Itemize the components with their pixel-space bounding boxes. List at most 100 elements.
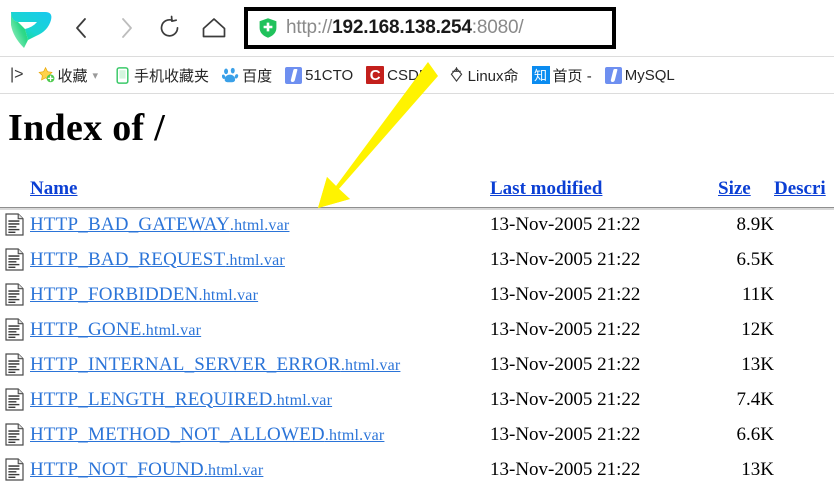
browser-chrome: http://192.168.138.254:8080/ — [0, 0, 834, 57]
table-header-row: Name Last modified Size Descri — [0, 178, 834, 207]
file-size-cell: 7.4K — [736, 388, 774, 410]
file-extension: .html.var — [141, 321, 202, 339]
file-extension: .html.var — [225, 251, 285, 269]
last-modified-cell: 13-Nov-2005 21:22 — [490, 423, 641, 445]
file-link[interactable]: HTTP_METHOD_NOT_ALLOWED.html.var — [30, 424, 384, 445]
table-row: HTTP_INTERNAL_SERVER_ERROR.html.var 13-No… — [0, 347, 834, 382]
url-host: 192.168.138.254 — [332, 17, 472, 38]
file-name-cell: HTTP_BAD_GATEWAY.html.var — [30, 207, 490, 242]
file-link[interactable]: HTTP_BAD_REQUEST.html.var — [30, 249, 285, 270]
column-header-description[interactable]: Descri — [774, 178, 834, 207]
file-name-cell: HTTP_LENGTH_REQUIRED.html.var — [30, 382, 490, 417]
file-link[interactable]: HTTP_BAD_GATEWAY.html.var — [30, 214, 289, 235]
file-link[interactable]: HTTP_FORBIDDEN.html.var — [30, 284, 258, 305]
table-row: HTTP_FORBIDDEN.html.var 13-Nov-2005 21:22… — [0, 277, 834, 312]
bookmark-item-mobile-favorites[interactable]: 手机收藏夹 — [114, 60, 209, 90]
file-document-icon — [0, 347, 30, 382]
bookmark-label-51cto: 51CTO — [305, 66, 354, 84]
file-base-name: HTTP_INTERNAL_SERVER_ERROR — [30, 353, 341, 375]
table-body: HTTP_BAD_GATEWAY.html.var 13-Nov-2005 21:… — [0, 207, 834, 487]
bookmark-label-mobile-favorites: 手机收藏夹 — [134, 67, 210, 85]
last-modified-cell: 13-Nov-2005 21:22 — [490, 318, 641, 340]
bookmark-label-linux-command: Linux命 — [467, 67, 519, 85]
description-cell — [774, 312, 834, 347]
column-header-name[interactable]: Name — [30, 178, 490, 207]
security-shield-icon — [257, 17, 279, 39]
column-header-icon — [0, 178, 30, 207]
bookmark-item-csdn[interactable]: C CSDN- — [366, 60, 435, 90]
file-name-cell: HTTP_NOT_FOUND.html.var — [30, 452, 490, 487]
bookmark-item-51cto[interactable]: 51CTO — [285, 60, 353, 90]
baidu-paw-icon — [222, 67, 239, 84]
file-extension: .html.var — [324, 426, 385, 444]
home-button[interactable] — [192, 6, 236, 50]
file-link[interactable]: HTTP_GONE.html.var — [30, 319, 201, 340]
description-cell — [774, 277, 834, 312]
file-link[interactable]: HTTP_LENGTH_REQUIRED.html.var — [30, 389, 332, 410]
file-name-cell: HTTP_GONE.html.var — [30, 312, 490, 347]
file-extension: .html.var — [272, 391, 333, 409]
table-row: HTTP_GONE.html.var 13-Nov-2005 21:22 12K — [0, 312, 834, 347]
table-header: Name Last modified Size Descri — [0, 178, 834, 207]
file-extension: .html.var — [203, 461, 264, 479]
last-modified-cell: 13-Nov-2005 21:22 — [490, 248, 641, 270]
file-base-name: HTTP_BAD_GATEWAY — [30, 213, 230, 235]
bookmark-label-favorites: 收藏 — [57, 67, 88, 85]
csdn-icon: C — [366, 66, 385, 84]
file-size-cell: 11K — [741, 283, 774, 305]
home-icon — [202, 18, 226, 38]
file-link[interactable]: HTTP_INTERNAL_SERVER_ERROR.html.var — [30, 354, 400, 375]
bookmark-item-mysql[interactable]: MySQL — [604, 60, 675, 90]
table-row: HTTP_BAD_GATEWAY.html.var 13-Nov-2005 21:… — [0, 207, 834, 242]
file-document-icon — [0, 382, 30, 417]
table-row: HTTP_NOT_FOUND.html.var 13-Nov-2005 21:22… — [0, 452, 834, 487]
browser-toolbar: http://192.168.138.254:8080/ — [0, 0, 834, 56]
bookmark-label-zhihu: 首页 - — [552, 67, 592, 85]
file-document-icon — [0, 207, 30, 242]
chevron-down-icon[interactable]: ▾ — [93, 69, 99, 82]
file-document-icon — [0, 242, 30, 277]
zhihu-icon: 知 — [531, 66, 550, 84]
bookmark-item-favorites[interactable]: 收藏 ▾ — [37, 60, 102, 90]
file-size-cell: 12K — [741, 318, 774, 340]
column-header-last-modified[interactable]: Last modified — [490, 178, 718, 207]
reload-button[interactable] — [148, 6, 192, 50]
file-base-name: HTTP_NOT_FOUND — [30, 458, 204, 480]
description-cell — [774, 417, 834, 452]
file-name-cell: HTTP_BAD_REQUEST.html.var — [30, 242, 490, 277]
address-bar-url: http://192.168.138.254:8080/ — [286, 17, 524, 39]
chevron-right-icon — [122, 18, 132, 38]
file-extension: .html.var — [198, 286, 259, 304]
file-size-cell: 13K — [741, 353, 774, 375]
file-base-name: HTTP_LENGTH_REQUIRED — [30, 388, 273, 410]
table-row: HTTP_METHOD_NOT_ALLOWED.html.var 13-Nov-2… — [0, 417, 834, 452]
description-cell — [774, 347, 834, 382]
file-link[interactable]: HTTP_NOT_FOUND.html.var — [30, 459, 263, 480]
star-plus-icon — [37, 66, 55, 84]
column-header-size[interactable]: Size — [718, 178, 774, 207]
bookmark-item-linux-command[interactable]: Linux命 — [448, 60, 519, 90]
last-modified-cell: 13-Nov-2005 21:22 — [490, 283, 641, 305]
bookmark-item-zhihu[interactable]: 知 首页 - — [531, 60, 592, 90]
table-row: HTTP_BAD_REQUEST.html.var 13-Nov-2005 21:… — [0, 242, 834, 277]
file-size-cell: 13K — [741, 458, 774, 480]
last-modified-cell: 13-Nov-2005 21:22 — [490, 213, 641, 235]
file-base-name: HTTP_FORBIDDEN — [30, 283, 199, 305]
last-modified-cell: 13-Nov-2005 21:22 — [490, 353, 641, 375]
bookmarks-overflow-button[interactable]: |> — [10, 66, 24, 84]
directory-index-table: Name Last modified Size Descri HTTP_BAD_… — [0, 178, 834, 487]
bookmark-label-mysql: MySQL — [624, 66, 675, 84]
file-extension: .html.var — [340, 356, 401, 374]
address-bar[interactable]: http://192.168.138.254:8080/ — [244, 7, 616, 49]
file-size-cell: 6.6K — [736, 423, 774, 445]
bookmark-item-baidu[interactable]: 百度 — [222, 60, 272, 90]
file-document-icon — [0, 277, 30, 312]
360-browser-logo — [8, 7, 60, 49]
forward-button[interactable] — [104, 6, 148, 50]
reload-icon — [160, 15, 179, 37]
url-scheme: http:// — [286, 17, 333, 38]
51cto-icon — [285, 66, 303, 84]
back-button[interactable] — [60, 6, 104, 50]
file-size-cell: 6.5K — [736, 248, 774, 270]
file-extension: .html.var — [229, 216, 290, 234]
